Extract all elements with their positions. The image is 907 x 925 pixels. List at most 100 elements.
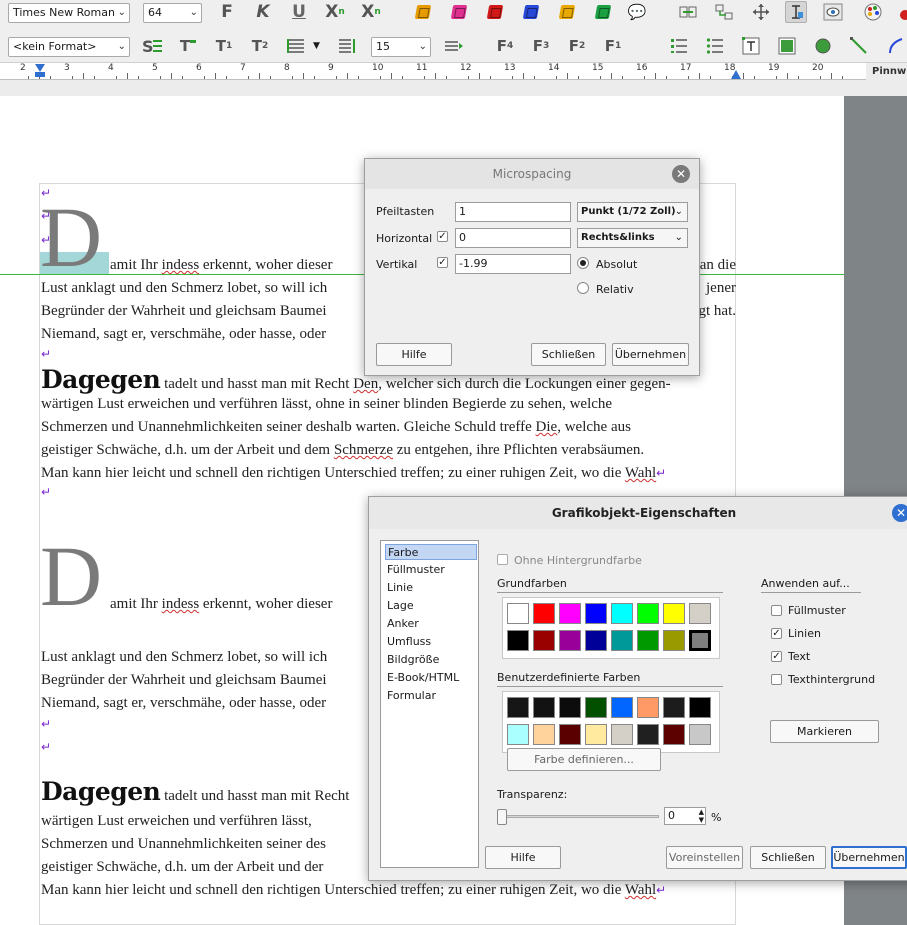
pinnwand-tab[interactable]: Pinnw — [866, 63, 907, 80]
left-indent-marker[interactable] — [35, 64, 45, 72]
right-indent-marker[interactable] — [731, 70, 741, 79]
apply-fuellmuster-checkbox[interactable] — [771, 605, 782, 616]
ellipse-button[interactable] — [812, 35, 834, 57]
text-style-button[interactable]: T — [177, 35, 199, 57]
category-item[interactable]: Bildgröße — [385, 652, 479, 668]
font-name-select[interactable]: Times New Roman ⌄ — [8, 3, 130, 23]
color-swatch[interactable] — [533, 697, 555, 718]
color-swatch[interactable] — [689, 630, 711, 651]
color-swatch[interactable] — [559, 724, 581, 745]
paragraph-style-select[interactable]: <kein Format> ⌄ — [8, 37, 130, 57]
color-swatch[interactable] — [637, 603, 659, 624]
vertikal-checkbox[interactable]: ✓ — [437, 257, 448, 268]
category-item[interactable]: E-Book/HTML — [385, 670, 479, 686]
farbe-definieren-button[interactable]: Farbe definieren... — [507, 748, 661, 771]
category-item[interactable]: Umfluss — [385, 634, 479, 650]
relativ-radio[interactable] — [577, 282, 589, 294]
unit-select[interactable]: Punkt (1/72 Zoll) ⌄ — [577, 202, 688, 222]
line-button[interactable] — [848, 35, 870, 57]
category-item[interactable]: Lage — [385, 598, 479, 614]
font-size-select[interactable]: 64 ⌄ — [143, 3, 202, 23]
pfeiltasten-input[interactable]: 1 — [455, 202, 571, 222]
hilfe-button[interactable]: Hilfe — [485, 846, 561, 869]
image-frame-button[interactable] — [776, 35, 798, 57]
color-swatch[interactable] — [611, 697, 633, 718]
text-cursor-button[interactable] — [785, 1, 807, 23]
color-swatch[interactable] — [559, 630, 581, 651]
underline-button[interactable]: U — [288, 1, 310, 23]
close-button[interactable]: ✕ — [672, 165, 690, 183]
spin-arrows-icon[interactable]: ▲ ▼ — [699, 808, 704, 824]
transparenz-spinbox[interactable]: 0 ▲ ▼ — [664, 807, 706, 825]
color-swatch[interactable] — [637, 697, 659, 718]
color-swatch[interactable] — [611, 724, 633, 745]
color-swatch[interactable] — [689, 724, 711, 745]
color-swatch[interactable] — [507, 724, 529, 745]
tabulator-button[interactable] — [443, 35, 465, 57]
color-palette-button[interactable] — [862, 1, 884, 23]
ohne-hintergrund-checkbox[interactable] — [497, 554, 508, 565]
color-swatch[interactable] — [637, 724, 659, 745]
markieren-button[interactable]: Markieren — [770, 720, 879, 743]
transparenz-slider[interactable] — [497, 809, 659, 825]
color-swatch[interactable] — [585, 603, 607, 624]
color-swatch[interactable] — [507, 603, 529, 624]
alignment-button[interactable] — [285, 35, 307, 57]
color-swatch[interactable] — [663, 603, 685, 624]
bullet-list-button[interactable] — [704, 35, 726, 57]
f2-button[interactable]: F2 — [566, 35, 588, 57]
slider-thumb[interactable] — [497, 809, 507, 825]
style-sheet-button[interactable]: S — [141, 35, 163, 57]
horizontal-mode-select[interactable]: Rechts&links ⌄ — [577, 228, 688, 248]
marker-button[interactable] — [556, 1, 578, 23]
f4-button[interactable]: F4 — [494, 35, 516, 57]
numbered-list-button[interactable] — [668, 35, 690, 57]
first-line-indent-marker[interactable] — [35, 72, 45, 77]
move-button[interactable] — [750, 1, 772, 23]
category-item[interactable]: Farbe — [385, 544, 477, 560]
toolbar-overflow[interactable] — [897, 3, 907, 25]
bold-button[interactable]: F — [216, 1, 238, 23]
color-swatch[interactable] — [533, 724, 555, 745]
vertikal-input[interactable]: -1.99 — [455, 254, 571, 274]
color-swatch[interactable] — [507, 697, 529, 718]
line-spacing-select[interactable]: 15 ⌄ — [371, 37, 431, 57]
apply-texthintergrund-checkbox[interactable] — [771, 674, 782, 685]
heading1-button[interactable]: T1 — [213, 35, 235, 57]
color-swatch[interactable] — [663, 630, 685, 651]
color-swatch[interactable] — [507, 630, 529, 651]
color-swatch[interactable] — [689, 603, 711, 624]
horizontal-ruler[interactable]: 2 3 4 5 6 7 8 9 10 11 12 13 14 15 16 17 18 19 20 — [0, 62, 907, 80]
uebernehmen-button[interactable]: Übernehmen — [831, 846, 907, 869]
horizontal-input[interactable]: 0 — [455, 228, 571, 248]
color-swatch[interactable] — [559, 603, 581, 624]
horizontal-checkbox[interactable]: ✓ — [437, 231, 448, 242]
schliessen-button[interactable]: Schließen — [750, 846, 826, 869]
schliessen-button[interactable]: Schließen — [531, 343, 606, 366]
frame-unlink-button[interactable] — [713, 1, 735, 23]
f3-button[interactable]: F3 — [530, 35, 552, 57]
frame-link-button[interactable] — [677, 1, 699, 23]
color-swatch[interactable] — [585, 630, 607, 651]
apply-text-checkbox[interactable]: ✓ — [771, 651, 782, 662]
color-swatch[interactable] — [533, 603, 555, 624]
voreinstellen-button[interactable]: Voreinstellen — [666, 846, 743, 869]
close-button[interactable]: ✕ — [892, 504, 907, 522]
color-swatch[interactable] — [689, 697, 711, 718]
subscript-button[interactable]: Xn — [324, 1, 346, 23]
category-item[interactable]: Formular — [385, 688, 479, 704]
color-swatch[interactable] — [611, 603, 633, 624]
color-swatch[interactable] — [585, 724, 607, 745]
preview-button[interactable] — [822, 1, 844, 23]
alignment-dropdown-arrow[interactable]: ▼ — [313, 41, 320, 51]
uebernehmen-button[interactable]: Übernehmen — [612, 343, 689, 366]
hilfe-button[interactable]: Hilfe — [376, 343, 452, 366]
marker-button[interactable] — [484, 1, 506, 23]
bezier-button[interactable] — [884, 35, 906, 57]
color-swatch[interactable] — [533, 630, 555, 651]
apply-linien-checkbox[interactable]: ✓ — [771, 628, 782, 639]
comment-button[interactable]: 💬 — [626, 1, 648, 23]
heading2-button[interactable]: T2 — [249, 35, 271, 57]
superscript-button[interactable]: Xn — [360, 1, 382, 23]
color-swatch[interactable] — [585, 697, 607, 718]
